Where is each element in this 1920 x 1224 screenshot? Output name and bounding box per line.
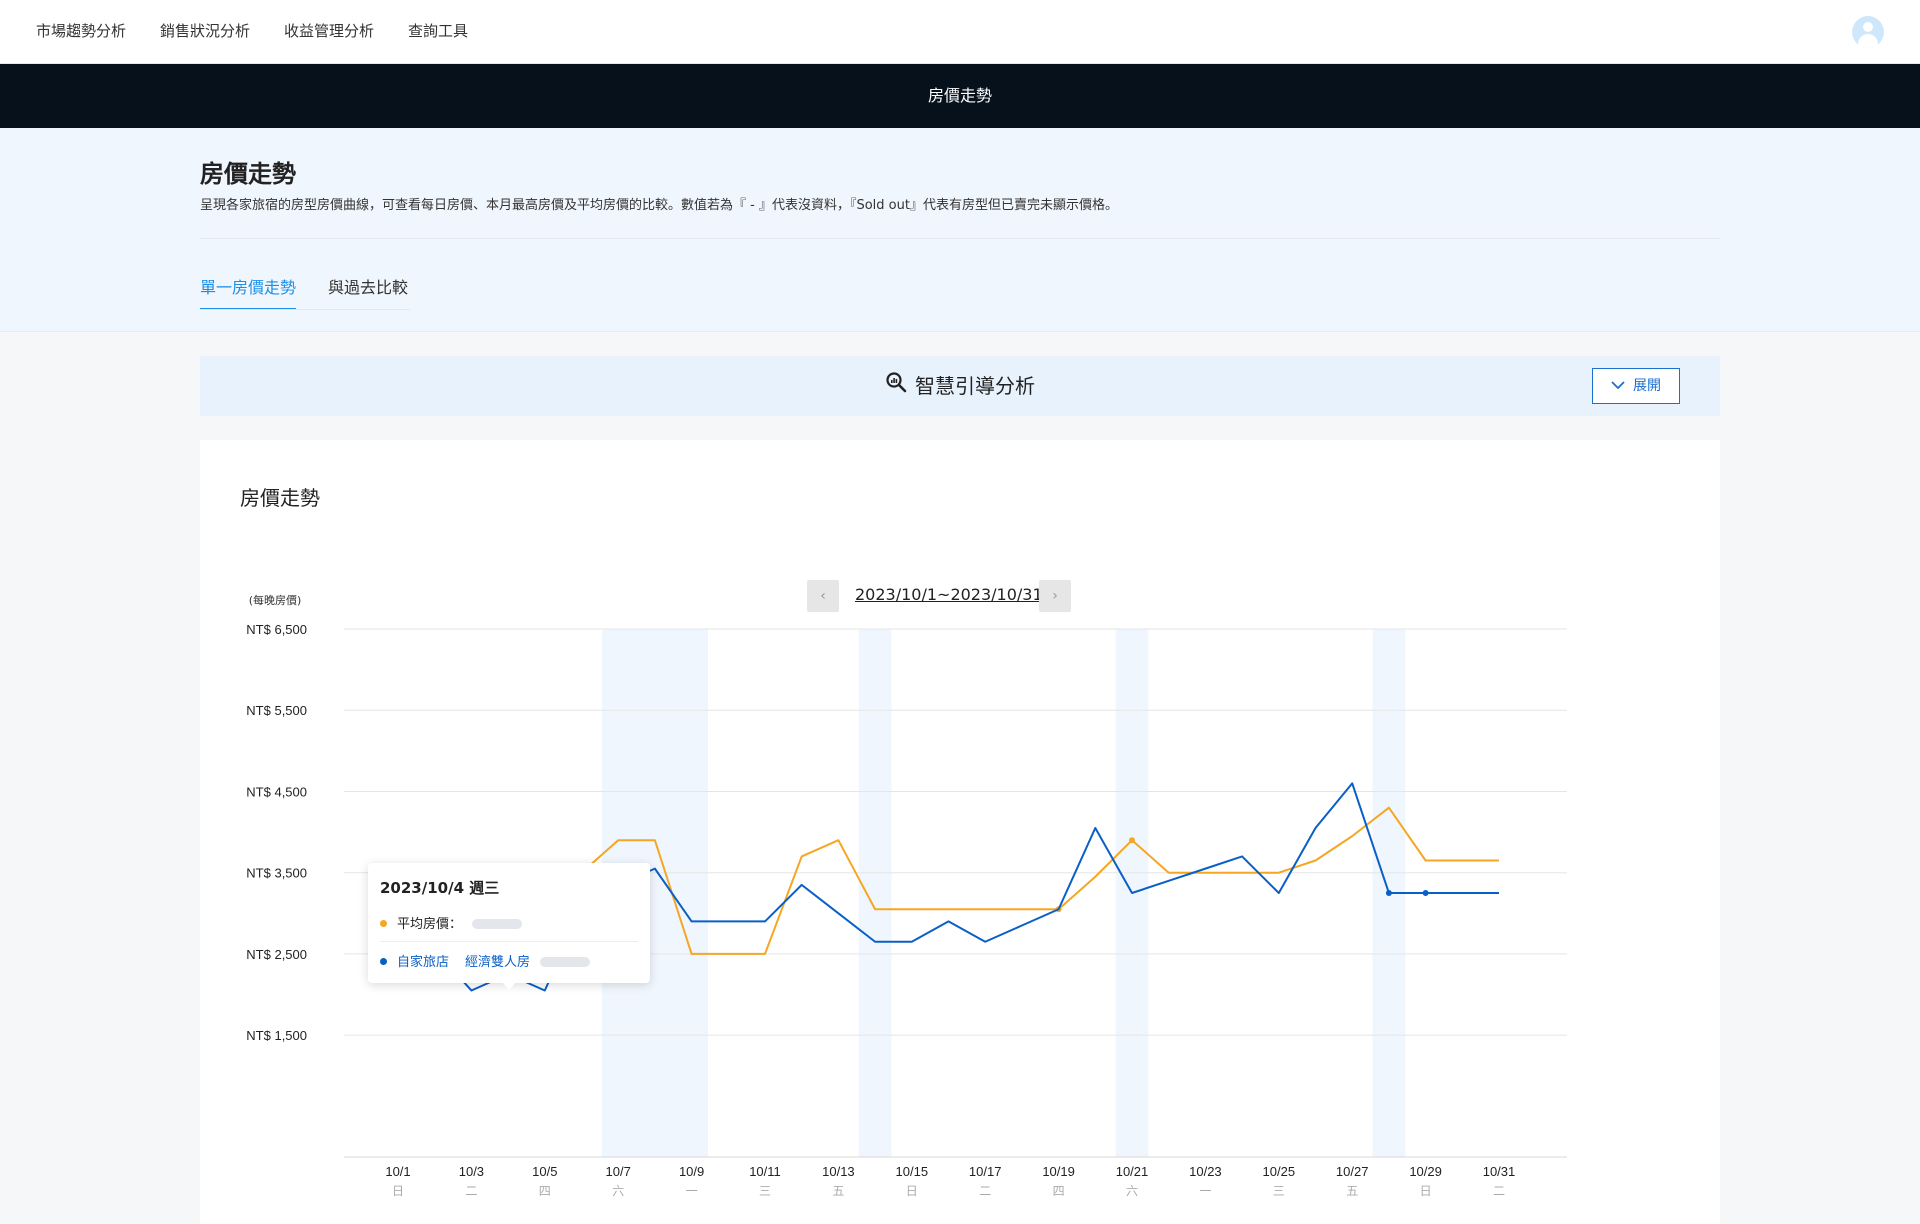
x-tick-label: 10/31 [1483, 1164, 1516, 1179]
user-avatar-icon[interactable] [1852, 16, 1884, 48]
weekend-highlight-band [858, 629, 892, 1157]
page-title: 房價走勢 [200, 160, 296, 188]
y-axis-label: (每晚房價) [249, 593, 302, 607]
y-tick-label: NT$ 4,500 [246, 784, 307, 799]
y-tick-label: NT$ 6,500 [246, 622, 307, 637]
nav-tab-revenue-management[interactable]: 收益管理分析 [284, 0, 374, 64]
x-tick-weekday-label: 日 [906, 1184, 918, 1198]
x-tick-weekday-label: 一 [686, 1184, 698, 1198]
page-description: 呈現各家旅宿的房型房價曲線，可查看每日房價、本月最高房價及平均房價的比較。數值若… [200, 198, 1118, 213]
tooltip-avg-value-placeholder [472, 918, 523, 929]
series-marker-point [1129, 837, 1135, 844]
tooltip-room-value-placeholder [540, 956, 591, 967]
series-marker-point [1422, 890, 1429, 896]
next-month-button[interactable]: › [1039, 580, 1071, 612]
page-title-bar: 房價走勢 [0, 64, 1920, 128]
x-tick-label: 10/5 [532, 1164, 557, 1179]
top-navigation: 市場趨勢分析 銷售狀況分析 收益管理分析 查詢工具 [0, 0, 1920, 64]
x-tick-weekday-label: 日 [392, 1184, 404, 1198]
avg-price-legend-dot [380, 919, 387, 927]
x-tick-label: 10/3 [459, 1164, 484, 1179]
x-tick-label: 10/19 [1042, 1164, 1075, 1179]
x-tick-weekday-label: 六 [1126, 1184, 1138, 1198]
x-tick-weekday-label: 二 [979, 1184, 991, 1198]
x-tick-label: 10/13 [822, 1164, 855, 1179]
chevron-down-icon [1611, 380, 1625, 389]
subtab-single-price-trend[interactable]: 單一房價走勢 [200, 274, 297, 310]
tooltip-separator [380, 941, 638, 942]
chart-tooltip: 2023/10/4 週三 平均房價： 自家旅店 經濟雙人房 [368, 863, 650, 990]
x-tick-label: 10/11 [749, 1164, 781, 1179]
x-tick-weekday-label: 日 [1420, 1184, 1432, 1198]
x-tick-label: 10/21 [1116, 1164, 1149, 1179]
expand-button[interactable]: 展開 [1592, 368, 1680, 404]
x-tick-label: 10/29 [1409, 1164, 1442, 1179]
tooltip-avg-label: 平均房價： [397, 917, 463, 932]
x-tick-weekday-label: 四 [539, 1184, 551, 1198]
x-tick-label: 10/23 [1189, 1164, 1222, 1179]
x-tick-weekday-label: 五 [832, 1184, 844, 1198]
x-tick-weekday-label: 一 [1199, 1184, 1211, 1198]
x-tick-label: 10/17 [969, 1164, 1002, 1179]
x-tick-weekday-label: 二 [465, 1184, 477, 1198]
x-tick-label: 10/7 [606, 1164, 631, 1179]
subtab-underline [200, 309, 410, 310]
smart-analysis-title: 智慧引導分析 [915, 374, 1035, 398]
prev-month-button[interactable]: ‹ [807, 580, 839, 612]
subtab-compare-past[interactable]: 與過去比較 [328, 274, 408, 310]
y-tick-label: NT$ 5,500 [246, 703, 307, 718]
date-range-label[interactable]: 2023/10/1~2023/10/31 [855, 585, 1043, 604]
tooltip-room-label: 經濟雙人房 [465, 955, 531, 970]
hotel-legend-dot [380, 957, 387, 965]
tooltip-date: 2023/10/4 週三 [380, 879, 500, 897]
expand-button-label: 展開 [1633, 378, 1661, 394]
x-tick-label: 10/1 [385, 1164, 410, 1179]
x-tick-weekday-label: 四 [1053, 1184, 1065, 1198]
x-tick-label: 10/25 [1263, 1164, 1296, 1179]
series-marker-point [1385, 890, 1392, 896]
price-trend-card: 房價走勢 NT$ 1,500 NT$ 2,500 NT$ 3,500 NT$ 4,50… [200, 440, 1720, 1224]
smart-analysis-banner: 智慧引導分析 展開 [200, 356, 1720, 416]
x-tick-weekday-label: 三 [759, 1184, 771, 1198]
price-trend-chart: NT$ 1,500 NT$ 2,500 NT$ 3,500 NT$ 4,500 NT$ … [246, 593, 1567, 1198]
x-tick-label: 10/9 [679, 1164, 704, 1179]
nav-tab-sales-status[interactable]: 銷售狀況分析 [160, 0, 250, 64]
x-tick-weekday-label: 六 [612, 1184, 624, 1198]
x-tick-weekday-label: 二 [1493, 1184, 1505, 1198]
nav-tab-query-tools[interactable]: 查詢工具 [408, 0, 468, 64]
tooltip-hotel-label: 自家旅店 [397, 955, 450, 970]
y-tick-label: NT$ 3,500 [246, 866, 307, 881]
search-analysis-icon [885, 356, 907, 416]
x-tick-weekday-label: 三 [1273, 1184, 1285, 1198]
y-tick-label: NT$ 2,500 [246, 947, 307, 962]
y-tick-label: NT$ 1,500 [246, 1028, 307, 1043]
x-tick-label: 10/15 [896, 1164, 929, 1179]
tooltip-arrow [502, 982, 516, 990]
header-divider [200, 238, 1720, 239]
page-header: 房價走勢 呈現各家旅宿的房型房價曲線，可查看每日房價、本月最高房價及平均房價的比… [0, 128, 1920, 332]
x-tick-weekday-label: 五 [1346, 1184, 1358, 1198]
nav-tab-market-trend[interactable]: 市場趨勢分析 [36, 0, 126, 64]
x-tick-label: 10/27 [1336, 1164, 1369, 1179]
